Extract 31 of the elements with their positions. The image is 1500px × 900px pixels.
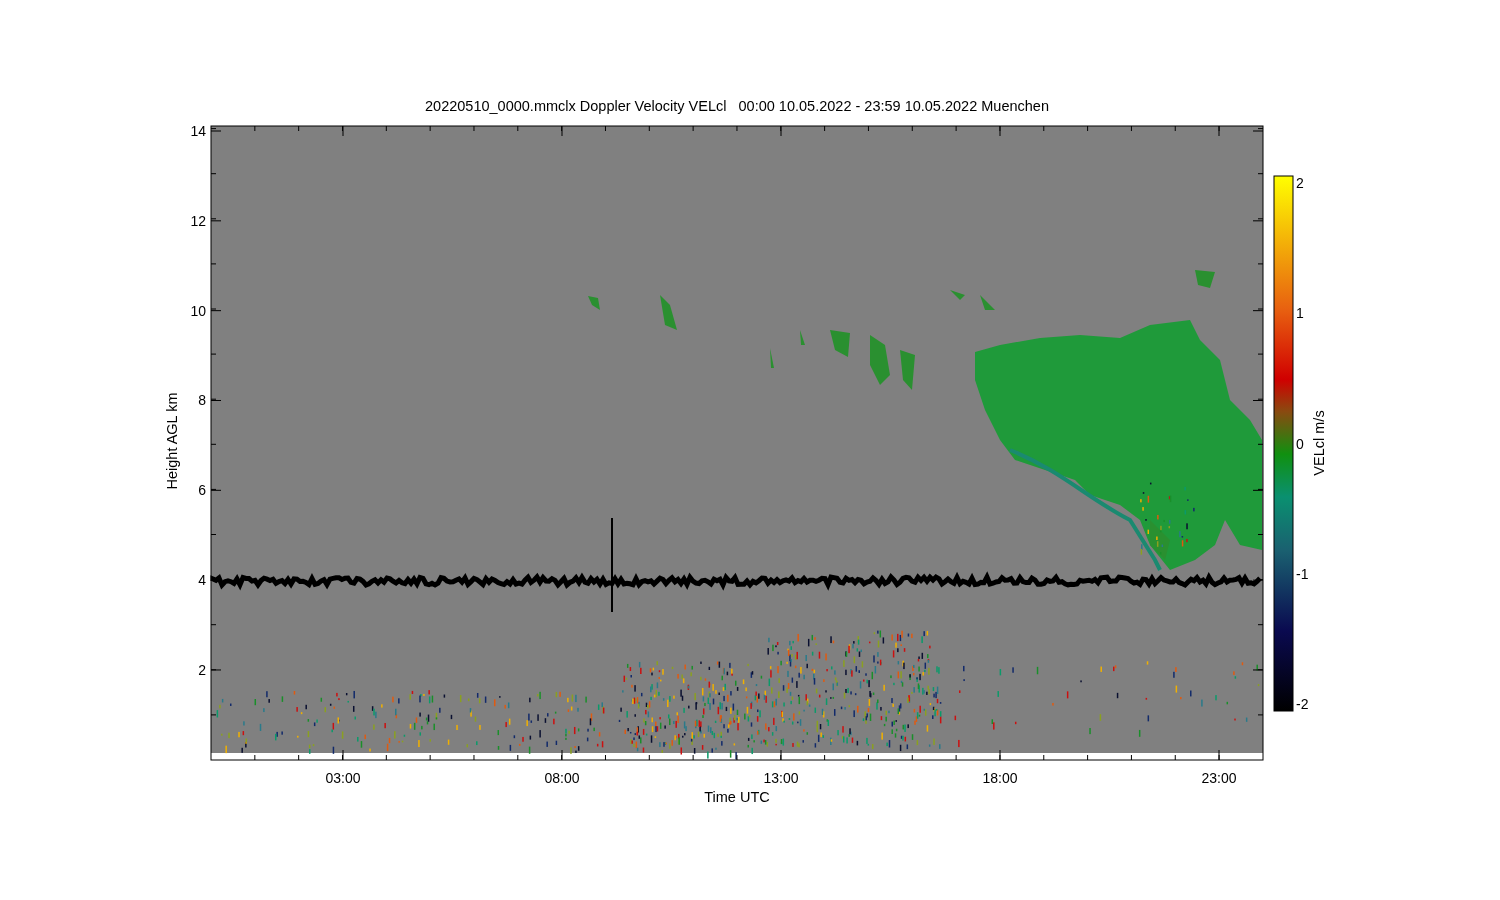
- y-tick-label: 4: [198, 572, 206, 589]
- cloud-echo: [870, 335, 890, 385]
- cloud-echo: [830, 330, 850, 357]
- cloud-echo: [1195, 270, 1215, 288]
- y-tick-label: 6: [198, 482, 206, 499]
- x-tick-label: 03:00: [325, 770, 361, 786]
- cloud-echo: [980, 295, 995, 310]
- y-tick-label: 14: [190, 123, 206, 139]
- x-tick-label: 18:00: [982, 770, 1018, 786]
- cloud-echo: [660, 295, 677, 330]
- y-tick-label: 12: [190, 212, 206, 229]
- colorbar-tick-label: 2: [1296, 175, 1304, 191]
- cloud-echo: [900, 350, 915, 390]
- x-tick-label: 23:00: [1201, 770, 1237, 786]
- colorbar-tick-label: 1: [1296, 305, 1304, 322]
- cloud-echo: [950, 290, 965, 300]
- plot-title: 20220510_0000.mmclx Doppler Velocity VELcl 00:00 10.05.2022 - 23:59 10.05.2022 Muenchen: [424, 97, 1050, 116]
- x-tick-label: 08:00: [544, 770, 580, 786]
- x-axis-title: Time UTC: [704, 789, 770, 805]
- y-tick-label: 2: [198, 662, 206, 678]
- x-tick-label: 13:00: [763, 770, 799, 786]
- colorbar-title: VELcl m/s: [1311, 410, 1327, 476]
- colorbar-tick-label: 0: [1296, 435, 1304, 452]
- y-axis-title: Height AGL km: [164, 392, 180, 490]
- cloud-echo: [800, 330, 805, 345]
- y-tick-label: 8: [198, 392, 206, 409]
- cloud-echo: [770, 348, 774, 368]
- cloud-echo: [588, 296, 600, 310]
- colorbar-tick-label: -1: [1296, 565, 1309, 582]
- y-tick-label: 10: [190, 302, 206, 319]
- colorbar-tick-label: -2: [1296, 696, 1309, 712]
